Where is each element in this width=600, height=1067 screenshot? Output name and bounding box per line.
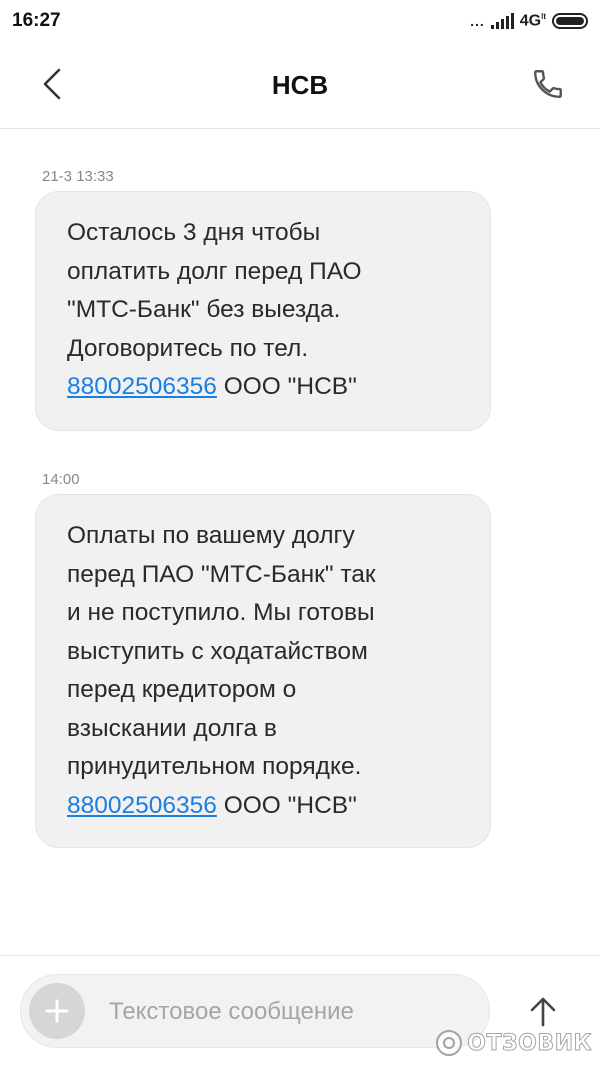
network-label: 4G bbox=[519, 12, 542, 30]
conversation-header: НСВ bbox=[0, 44, 600, 129]
message-line: и не поступило. Мы готовы bbox=[67, 599, 375, 626]
message-line: Оплаты по вашему долгу bbox=[67, 522, 355, 549]
message-suffix: ООО "НСВ" bbox=[216, 373, 357, 400]
arrow-up-icon bbox=[530, 997, 556, 1027]
message-timestamp: 21-3 13:33 bbox=[42, 168, 114, 185]
phone-link[interactable]: 88002506356 bbox=[67, 373, 217, 400]
send-button[interactable] bbox=[520, 988, 566, 1034]
message-line: оплатить долг перед ПАО bbox=[67, 257, 362, 285]
message-line: выступить с ходатайством bbox=[67, 637, 368, 665]
message-bubble[interactable]: Осталось 3 дня чтобы оплатить долг перед… bbox=[35, 191, 491, 431]
contact-name: НСВ bbox=[271, 70, 329, 100]
battery-icon bbox=[552, 13, 588, 29]
status-icons: ... 4Glt bbox=[470, 10, 588, 32]
status-time: 16:27 bbox=[12, 10, 61, 31]
watermark-logo-icon bbox=[436, 1030, 463, 1056]
network-sup: lt bbox=[541, 11, 546, 21]
phone-icon bbox=[534, 70, 562, 98]
plus-icon bbox=[45, 999, 69, 1023]
message-line: перед кредитором о bbox=[67, 676, 297, 703]
network-type: 4Glt bbox=[520, 12, 546, 30]
message-line-last: 88002506356 ООО "НСВ" bbox=[67, 368, 470, 407]
watermark-text: ОТЗОВИК bbox=[467, 1030, 592, 1056]
message-composer: ОТЗОВИК bbox=[0, 955, 600, 1067]
message-suffix: ООО "НСВ" bbox=[216, 791, 357, 819]
message-line: Договоритесь по тел. bbox=[67, 334, 309, 362]
message-line: Осталось 3 дня чтобы bbox=[67, 219, 321, 246]
message-text-input[interactable] bbox=[107, 991, 471, 1033]
phone-link[interactable]: 88002506356 bbox=[67, 792, 217, 819]
message-line: "МТС-Банк" без выезда. bbox=[67, 296, 341, 323]
message-line-last: 88002506356 ООО "НСВ" bbox=[67, 787, 470, 826]
notification-dots: ... bbox=[470, 13, 485, 29]
watermark: ОТЗОВИК bbox=[435, 1029, 592, 1057]
message-line: принудительном порядке. bbox=[67, 753, 362, 780]
message-bubble[interactable]: Оплаты по вашему долгу перед ПАО "МТС-Ба… bbox=[35, 494, 491, 848]
status-bar: 16:27 ... 4Glt bbox=[0, 0, 600, 44]
message-input-container bbox=[20, 974, 490, 1048]
message-line: взыскании долга в bbox=[67, 714, 277, 742]
signal-icon bbox=[490, 13, 514, 29]
call-button[interactable] bbox=[526, 62, 570, 106]
add-attachment-button[interactable] bbox=[29, 983, 85, 1039]
message-timestamp: 14:00 bbox=[42, 471, 80, 488]
message-line: перед ПАО "МТС-Банк" так bbox=[67, 560, 376, 588]
